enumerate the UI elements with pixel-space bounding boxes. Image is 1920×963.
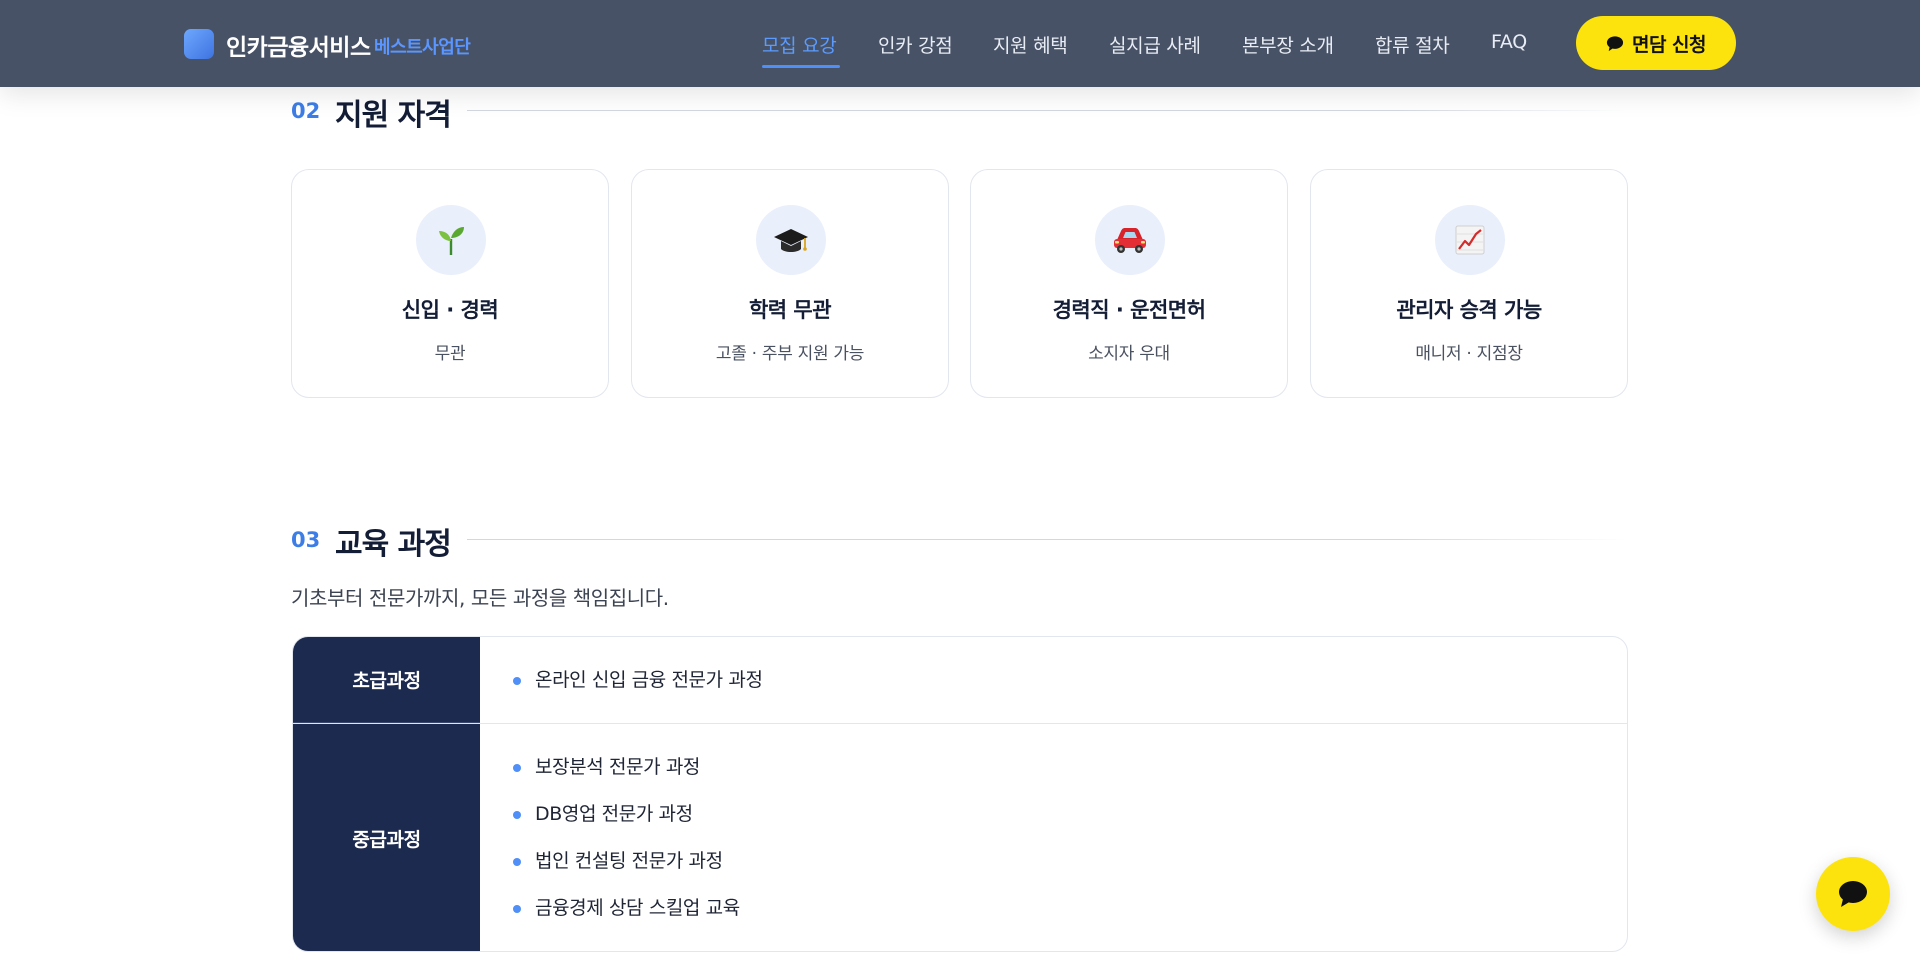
qualifications-heading: 02 지원 자격 <box>291 90 1628 133</box>
course-item: 온라인 신입 금융 전문가 과정 <box>513 657 763 704</box>
course-level-label: 초급과정 <box>293 637 480 723</box>
card-title: 학력 무관 <box>748 298 832 322</box>
logo-subtitle[interactable]: 베스트사업단 <box>374 33 471 59</box>
card-description: 무관 <box>434 344 466 364</box>
nav-item-strengths[interactable]: 인카 강점 <box>878 31 953 58</box>
floating-chat-button[interactable] <box>1816 857 1890 931</box>
course-list: 보장분석 전문가 과정 DB영업 전문가 과정 법인 컨설팅 전문가 과정 금융… <box>513 744 740 932</box>
education-heading: 03 교육 과정 <box>291 519 1628 562</box>
course-list: 온라인 신입 금융 전문가 과정 <box>513 657 763 704</box>
course-table: 초급과정 온라인 신입 금융 전문가 과정 중급과정 보장분석 전문가 과정 D… <box>292 636 1628 952</box>
section-divider <box>467 539 1628 540</box>
nav-item-benefits[interactable]: 지원 혜택 <box>993 31 1068 58</box>
site-header: 인카금융서비스 베스트사업단 모집 요강 인카 강점 지원 혜택 실지급 사례 … <box>0 0 1920 87</box>
nav-item-recruitment[interactable]: 모집 요강 <box>762 31 837 58</box>
sprout-icon <box>416 205 486 275</box>
section-divider <box>467 110 1628 111</box>
card-description: 고졸 · 주부 지원 가능 <box>715 344 865 364</box>
card-title: 경력직 · 운전면허 <box>1052 298 1206 322</box>
course-level-label: 중급과정 <box>293 724 480 951</box>
chat-bubble-icon <box>1839 881 1867 907</box>
chat-bubble-icon <box>1606 35 1624 51</box>
nav-item-director-intro[interactable]: 본부장 소개 <box>1242 31 1334 58</box>
qualification-card: 학력 무관 고졸 · 주부 지원 가능 <box>631 169 949 398</box>
course-row: 중급과정 보장분석 전문가 과정 DB영업 전문가 과정 법인 컨설팅 전문가 … <box>293 724 1627 951</box>
logo-icon[interactable] <box>184 29 214 59</box>
course-row: 초급과정 온라인 신입 금융 전문가 과정 <box>293 637 1627 724</box>
course-item: 보장분석 전문가 과정 <box>513 744 740 791</box>
section-number: 03 <box>291 528 321 552</box>
logo-text[interactable]: 인카금융서비스 <box>226 28 371 62</box>
section-title: 교육 과정 <box>335 527 452 562</box>
course-item: 법인 컨설팅 전문가 과정 <box>513 838 740 885</box>
card-title: 신입 · 경력 <box>401 298 499 322</box>
section-title: 지원 자격 <box>335 98 452 133</box>
card-description: 소지자 우대 <box>1088 344 1170 364</box>
course-item: DB영업 전문가 과정 <box>513 791 740 838</box>
nav-item-payout-cases[interactable]: 실지급 사례 <box>1109 31 1201 58</box>
qualification-card: 신입 · 경력 무관 <box>291 169 609 398</box>
nav-item-join-process[interactable]: 합류 절차 <box>1375 31 1450 58</box>
interview-request-button[interactable]: 면담 신청 <box>1576 16 1736 70</box>
qualification-card: 관리자 승격 가능 매니저 · 지점장 <box>1310 169 1628 398</box>
card-title: 관리자 승격 가능 <box>1396 298 1542 322</box>
interview-request-label: 면담 신청 <box>1631 33 1707 56</box>
graduation-cap-icon <box>756 205 826 275</box>
nav-item-faq[interactable]: FAQ <box>1491 31 1527 53</box>
education-intro: 기초부터 전문가까지, 모든 과정을 책임집니다. <box>291 586 669 610</box>
qualification-card: 경력직 · 운전면허 소지자 우대 <box>970 169 1288 398</box>
card-description: 매니저 · 지점장 <box>1415 344 1523 364</box>
course-item: 금융경제 상담 스킬업 교육 <box>513 885 740 932</box>
section-number: 02 <box>291 99 321 123</box>
nav-active-indicator <box>762 65 840 68</box>
car-icon <box>1095 205 1165 275</box>
chart-increasing-icon <box>1435 205 1505 275</box>
